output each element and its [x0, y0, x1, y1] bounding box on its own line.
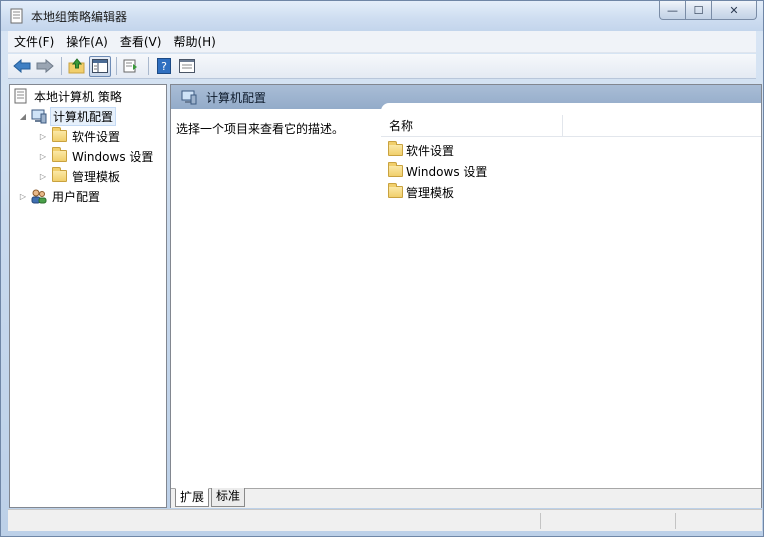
status-segment [540, 513, 675, 529]
tree-label: 本地计算机 策略 [34, 89, 122, 104]
folder-icon [51, 147, 67, 164]
back-button[interactable] [11, 56, 33, 77]
list-item-label: 软件设置 [406, 143, 455, 158]
status-segment [675, 513, 755, 529]
policy-document-icon [13, 88, 29, 104]
maximize-icon: ☐ [693, 3, 704, 17]
main-window: 本地组策略编辑器 — ☐ ✕ 文件(F) 操作(A) 查看(V) 帮助(H) ?… [0, 0, 764, 537]
help-icon: ? [157, 58, 171, 74]
show-hide-tree-icon [92, 59, 108, 73]
collapsed-arrow-icon[interactable]: ▷ [38, 172, 48, 181]
svg-text:?: ? [161, 60, 167, 73]
menu-view[interactable]: 查看(V) [114, 32, 168, 52]
close-button[interactable]: ✕ [712, 1, 757, 20]
tree-item-user-configuration[interactable]: ▷ 用户配置 [18, 187, 102, 205]
collapsed-arrow-icon[interactable]: ▷ [18, 192, 28, 201]
tab-standard[interactable]: 标准 [211, 488, 246, 507]
minimize-icon: — [667, 3, 678, 17]
view-tabs: 扩展 标准 [171, 488, 761, 508]
computer-icon [181, 89, 197, 105]
description-text: 选择一个项目来查看它的描述。 [176, 122, 345, 136]
tree-item-computer-configuration[interactable]: ◢ 计算机配置 [18, 106, 117, 126]
computer-icon [31, 108, 47, 124]
menu-file[interactable]: 文件(F) [8, 32, 60, 52]
forward-button[interactable] [34, 56, 56, 77]
show-hide-console-tree-button[interactable] [89, 55, 111, 77]
tree-item-administrative-templates[interactable]: ▷ 管理模板 [38, 167, 122, 185]
tree-label: 管理模板 [72, 169, 121, 184]
toolbar-separator [61, 57, 62, 75]
list-item-software-settings[interactable]: 软件设置 [387, 140, 454, 160]
folder-icon [387, 162, 403, 179]
tree-item-windows-settings[interactable]: ▷ Windows 设置 [38, 147, 155, 165]
window-title: 本地组策略编辑器 [31, 10, 128, 24]
details-title: 计算机配置 [206, 90, 267, 105]
column-header-name[interactable]: 名称 [381, 114, 563, 137]
back-arrow-icon [13, 59, 31, 73]
column-header-row: 名称 [381, 114, 761, 137]
toolbar-separator [148, 57, 149, 75]
menu-bar: 文件(F) 操作(A) 查看(V) 帮助(H) [8, 31, 756, 53]
console-tree-pane[interactable]: 本地计算机 策略 ◢ 计算机配置 ▷ 软件设置 ▷ Windows 设置 ▷ 管… [9, 84, 167, 508]
toolbar-separator [116, 57, 117, 75]
up-folder-icon [68, 58, 85, 74]
forward-arrow-icon [36, 59, 54, 73]
tree-label: 计算机配置 [50, 106, 117, 126]
export-list-icon [123, 59, 137, 73]
list-item-windows-settings[interactable]: Windows 设置 [387, 161, 487, 181]
folder-icon [387, 183, 403, 200]
folder-icon [387, 141, 403, 158]
list-item-label: 管理模板 [406, 185, 455, 200]
tree-item-local-computer-policy[interactable]: 本地计算机 策略 [13, 87, 124, 105]
item-list[interactable]: 名称 软件设置 Windows 设置 管理模板 [381, 103, 761, 489]
maximize-button[interactable]: ☐ [686, 1, 712, 20]
tree-label: Windows 设置 [72, 149, 154, 164]
properties-button[interactable] [176, 56, 198, 77]
list-item-label: Windows 设置 [406, 164, 488, 179]
gpedit-app-icon [10, 8, 24, 24]
tab-extended[interactable]: 扩展 [175, 488, 210, 507]
up-one-level-button[interactable] [66, 56, 88, 77]
collapsed-arrow-icon[interactable]: ▷ [38, 152, 48, 161]
expanded-arrow-icon[interactable]: ◢ [18, 112, 28, 121]
tree-label: 软件设置 [72, 129, 121, 144]
folder-icon [51, 127, 67, 144]
properties-icon [179, 59, 195, 73]
users-icon [31, 188, 47, 204]
list-item-administrative-templates[interactable]: 管理模板 [387, 182, 454, 202]
export-list-button[interactable] [121, 56, 143, 77]
close-icon: ✕ [729, 3, 739, 17]
folder-icon [51, 167, 67, 184]
toolbar: ? [8, 54, 756, 79]
menu-help[interactable]: 帮助(H) [167, 32, 221, 52]
tree-item-software-settings[interactable]: ▷ 软件设置 [38, 127, 122, 145]
details-pane: 计算机配置 选择一个项目来查看它的描述。 名称 软件设置 Windows 设置 … [170, 84, 762, 508]
status-bar [8, 509, 762, 531]
minimize-button[interactable]: — [659, 1, 686, 20]
collapsed-arrow-icon[interactable]: ▷ [38, 132, 48, 141]
help-button[interactable]: ? [153, 56, 175, 77]
tree-label: 用户配置 [52, 189, 101, 204]
window-controls: — ☐ ✕ [659, 1, 757, 21]
menu-action[interactable]: 操作(A) [60, 32, 114, 52]
title-bar[interactable]: 本地组策略编辑器 — ☐ ✕ [1, 1, 763, 31]
